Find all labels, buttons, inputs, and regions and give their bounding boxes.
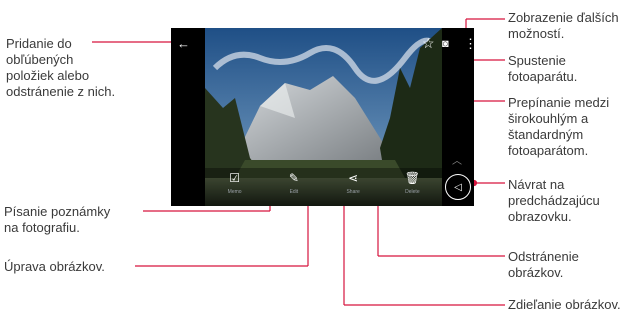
label-switch-camera: Prepínanie medzi širokouhlým a štandardn… <box>508 95 610 158</box>
more-vertical-icon[interactable]: ⋮ <box>464 37 474 51</box>
label-edit: Úprava obrázkov. <box>4 259 105 274</box>
share-caption: Share <box>346 189 360 195</box>
edit-button[interactable]: ✎ Edit <box>274 168 314 195</box>
delete-button[interactable]: 🗑 Delete <box>392 168 432 195</box>
star-icon[interactable]: ☆ <box>422 36 435 50</box>
label-back: Návrat na predchádzajúcu obrazovku. <box>508 177 600 224</box>
edit-caption: Edit <box>289 189 299 195</box>
chevron-up-icon[interactable]: ︿ <box>452 152 462 167</box>
arrow-back-icon[interactable]: ← <box>177 37 190 51</box>
memo-button[interactable]: ☑ Memo <box>215 168 255 195</box>
camera-icon[interactable]: ◙ <box>442 37 449 51</box>
label-delete: Odstránenie obrázkov. <box>508 249 579 280</box>
label-more-options: Zobrazenie ďalších možností. <box>508 10 619 41</box>
label-camera: Spustenie fotoaparátu. <box>508 53 578 84</box>
trash-icon: 🗑 <box>404 171 420 185</box>
label-favorites: Pridanie do obľúbených položiek alebo od… <box>6 36 116 99</box>
share-button[interactable]: ⋖ Share <box>333 168 373 195</box>
back-button-circle[interactable]: ◁ <box>445 174 471 200</box>
memo-icon: ☑ <box>229 171 240 185</box>
label-memo: Písanie poznámky na fotografiu. <box>4 204 111 235</box>
edit-toolbar: ☑ Memo ✎ Edit ⋖ Share 🗑 Delete <box>205 168 442 206</box>
pencil-icon: ✎ <box>288 171 299 185</box>
phone-screen: ← ☆ ◙ ⋮ ︿ ◁ ☑ Memo ✎ Edit ⋖ Share 🗑 Dele… <box>171 28 474 206</box>
delete-caption: Delete <box>405 189 420 195</box>
share-icon: ⋖ <box>348 171 359 185</box>
memo-caption: Memo <box>227 189 242 195</box>
